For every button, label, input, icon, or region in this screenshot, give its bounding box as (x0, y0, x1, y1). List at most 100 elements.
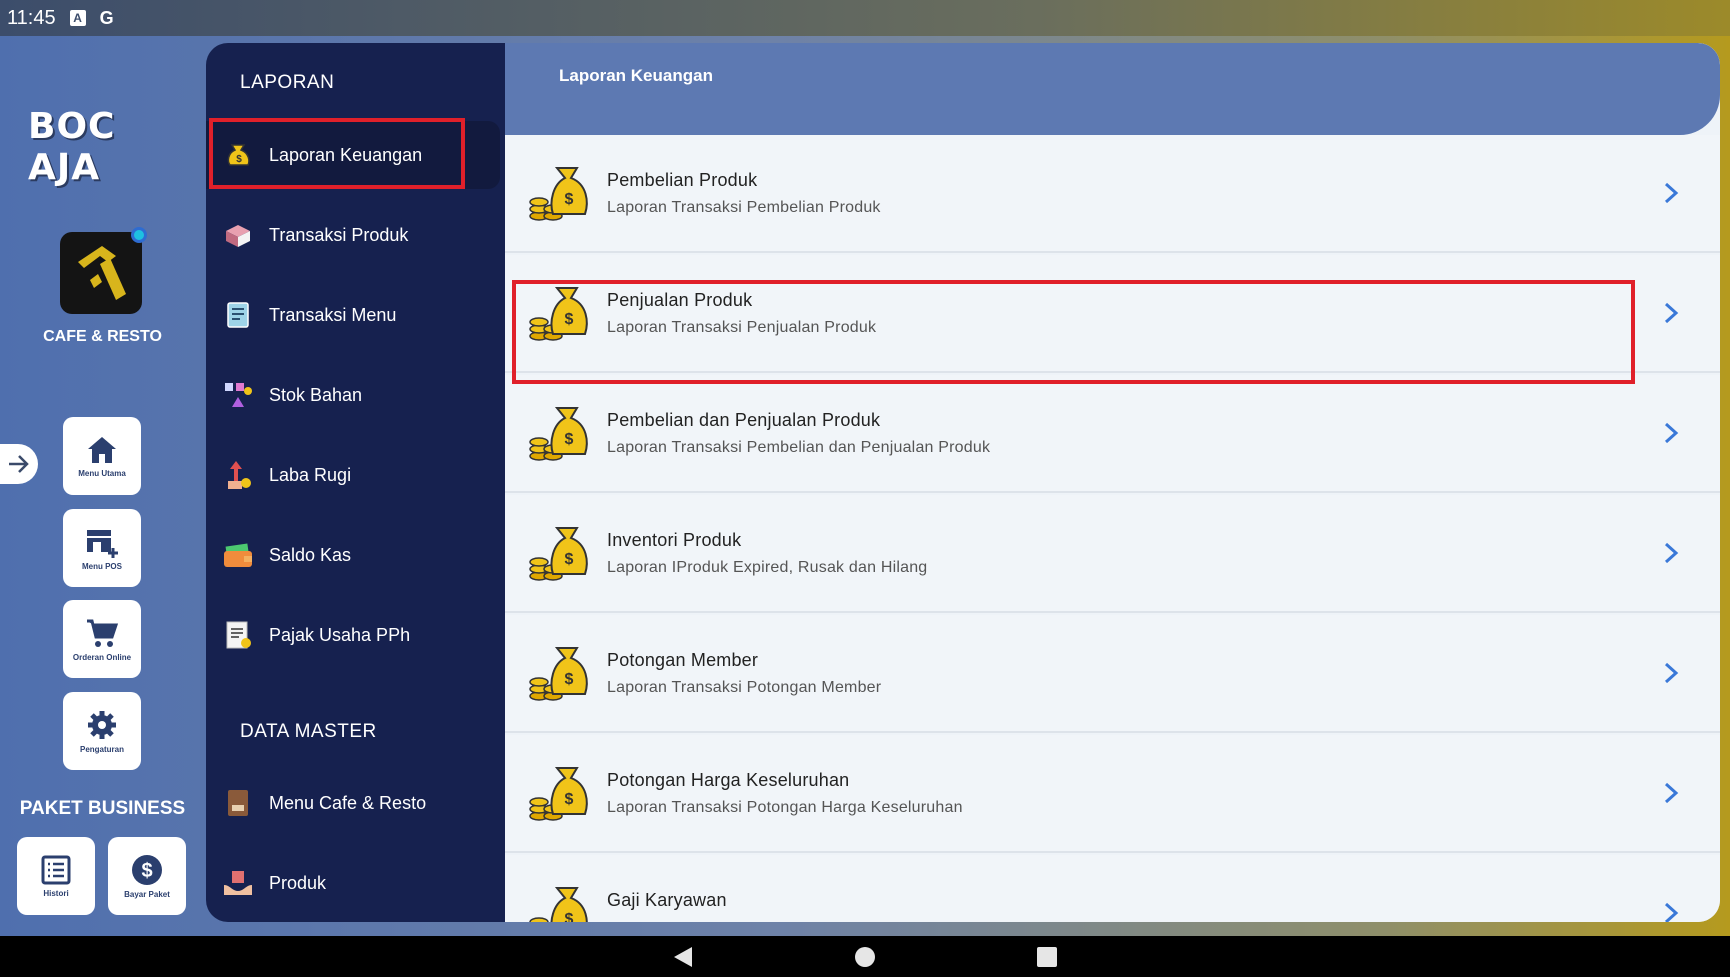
report-row[interactable]: $ Penjualan Produk Laporan Transaksi Penju… (505, 255, 1720, 373)
list-icon (41, 855, 71, 884)
hammer-icon (78, 246, 126, 300)
back-icon[interactable] (672, 945, 694, 969)
chevron-right-icon[interactable] (1662, 661, 1680, 685)
nav-item-saldo-kas[interactable]: Saldo Kas (206, 521, 500, 589)
main-header: Laporan Keuangan (505, 43, 1720, 135)
report-row[interactable]: $ Pembelian Produk Laporan Transaksi Pembe… (505, 135, 1720, 253)
menu-pos-label: Menu POS (81, 561, 122, 571)
product-icon (221, 866, 255, 900)
nav-item-label: Transaksi Menu (269, 304, 397, 325)
report-row[interactable]: $ Potongan Member Laporan Transaksi Potong… (505, 615, 1720, 733)
chevron-right-icon[interactable] (1662, 781, 1680, 805)
pengaturan-label: Pengaturan (79, 744, 124, 754)
report-row-title: Pembelian dan Penjualan Produk (607, 410, 881, 430)
a-notification-icon: A (69, 10, 86, 26)
nav-item-menu-cafe-resto[interactable]: Menu Cafe & Resto (206, 769, 500, 837)
section-data-master: DATA MASTER (240, 721, 377, 742)
money-bag-icon: $ (527, 522, 591, 586)
system-nav-bar (0, 936, 1730, 977)
nav-item-label: Produk (269, 872, 327, 893)
nav-item-transaksi-menu[interactable]: Transaksi Menu (206, 281, 500, 349)
report-row-title: Pembelian Produk (607, 170, 758, 190)
menu-utama-button[interactable]: Menu Utama (63, 417, 141, 495)
svg-text:$: $ (565, 431, 574, 448)
expand-rail-button[interactable] (0, 444, 38, 484)
report-row[interactable]: $ Gaji Karyawan (505, 855, 1720, 922)
stock-icon (221, 378, 255, 412)
svg-text:$: $ (565, 311, 574, 328)
report-row-title: Potongan Harga Keseluruhan (607, 770, 850, 790)
report-row-title: Inventori Produk (607, 530, 742, 550)
svg-text:$: $ (565, 911, 574, 922)
money-bag-icon: $ (527, 402, 591, 466)
nav-item-label: Menu Cafe & Resto (269, 792, 427, 813)
report-row[interactable]: $ Pembelian dan Penjualan Produk Laporan T… (505, 375, 1720, 493)
menu-board-icon (221, 298, 255, 332)
nav-item-pajak-usaha[interactable]: Pajak Usaha PPh (206, 601, 500, 669)
svg-text:$: $ (565, 791, 574, 808)
svg-text:$: $ (565, 551, 574, 568)
nav-item-laporan-keuangan[interactable]: $ Laporan Keuangan (206, 121, 500, 189)
profit-icon (221, 458, 255, 492)
money-bag-icon: $ (527, 642, 591, 706)
menu-book-icon (221, 786, 255, 820)
brand-logo: BOC AJA (28, 106, 116, 188)
menu-pos-button[interactable]: Menu POS (63, 509, 141, 587)
recents-icon[interactable] (1036, 946, 1058, 968)
nav-item-transaksi-produk[interactable]: Transaksi Produk (206, 201, 500, 269)
histori-label: Histori (43, 888, 69, 898)
pengaturan-button[interactable]: Pengaturan (63, 692, 141, 770)
nav-item-label: Laba Rugi (269, 464, 352, 485)
section-laporan: LAPORAN (240, 72, 335, 93)
money-bag-icon: $ (221, 138, 255, 172)
nav-item-label: Stok Bahan (269, 384, 363, 405)
app-icon[interactable] (60, 227, 147, 314)
home-icon (88, 436, 116, 463)
nav-item-produk[interactable]: Produk (206, 849, 500, 917)
nav-item-label: Saldo Kas (269, 544, 352, 565)
bayar-paket-label: Bayar Paket (124, 889, 170, 899)
report-row-subtitle: Laporan Transaksi Pembelian Produk (607, 199, 881, 216)
nav-item-label: Pajak Usaha PPh (269, 624, 411, 645)
tax-icon (221, 618, 255, 652)
notification-dot (131, 227, 147, 243)
page-title: Laporan Keuangan (559, 66, 713, 85)
svg-text:$: $ (565, 671, 574, 688)
chevron-right-icon[interactable] (1662, 541, 1680, 565)
bayar-paket-button[interactable]: $ Bayar Paket (108, 837, 186, 915)
main-content: Laporan Keuangan $ Pembelian Produk Lapora… (505, 43, 1720, 922)
package-label: PAKET BUSINESS (19, 798, 186, 819)
money-bag-icon: $ (527, 162, 591, 226)
chevron-right-icon[interactable] (1662, 301, 1680, 325)
pos-icon (87, 529, 118, 558)
report-nav-panel: LAPORAN $ Laporan Keuangan Transaksi Pro… (206, 43, 506, 922)
arrow-right-icon (9, 455, 29, 473)
svg-text:$: $ (141, 860, 152, 882)
orderan-online-button[interactable]: Orderan Online (63, 600, 141, 678)
money-bag-icon: $ (527, 882, 591, 922)
nav-item-label: Transaksi Produk (269, 224, 409, 245)
menu-utama-label: Menu Utama (78, 468, 126, 478)
report-row[interactable]: $ Inventori Produk Laporan IProduk Expired… (505, 495, 1720, 613)
nav-item-laba-rugi[interactable]: Laba Rugi (206, 441, 500, 509)
histori-button[interactable]: Histori (17, 837, 95, 915)
report-row-title: Gaji Karyawan (607, 890, 727, 910)
chevron-right-icon[interactable] (1662, 181, 1680, 205)
report-row[interactable]: $ Potongan Harga Keseluruhan Laporan Trans… (505, 735, 1720, 853)
svg-text:$: $ (565, 191, 574, 208)
left-rail: BOC AJA CAFE & RESTO Menu Utama Menu POS (0, 36, 205, 936)
box-icon (221, 218, 255, 252)
money-bag-icon: $ (527, 762, 591, 826)
report-row-subtitle: Laporan Transaksi Penjualan Produk (607, 319, 877, 336)
dollar-icon: $ (132, 854, 162, 885)
svg-text:$: $ (236, 154, 242, 165)
report-row-title: Potongan Member (607, 650, 759, 670)
nav-item-stok-bahan[interactable]: Stok Bahan (206, 361, 500, 429)
report-row-subtitle: Laporan Transaksi Potongan Harga Keselur… (607, 799, 963, 816)
wallet-icon (221, 538, 255, 572)
nav-item-label: Laporan Keuangan (269, 144, 423, 165)
home-nav-icon[interactable] (854, 946, 876, 968)
chevron-right-icon[interactable] (1662, 901, 1680, 922)
orderan-online-label: Orderan Online (72, 652, 132, 662)
chevron-right-icon[interactable] (1662, 421, 1680, 445)
